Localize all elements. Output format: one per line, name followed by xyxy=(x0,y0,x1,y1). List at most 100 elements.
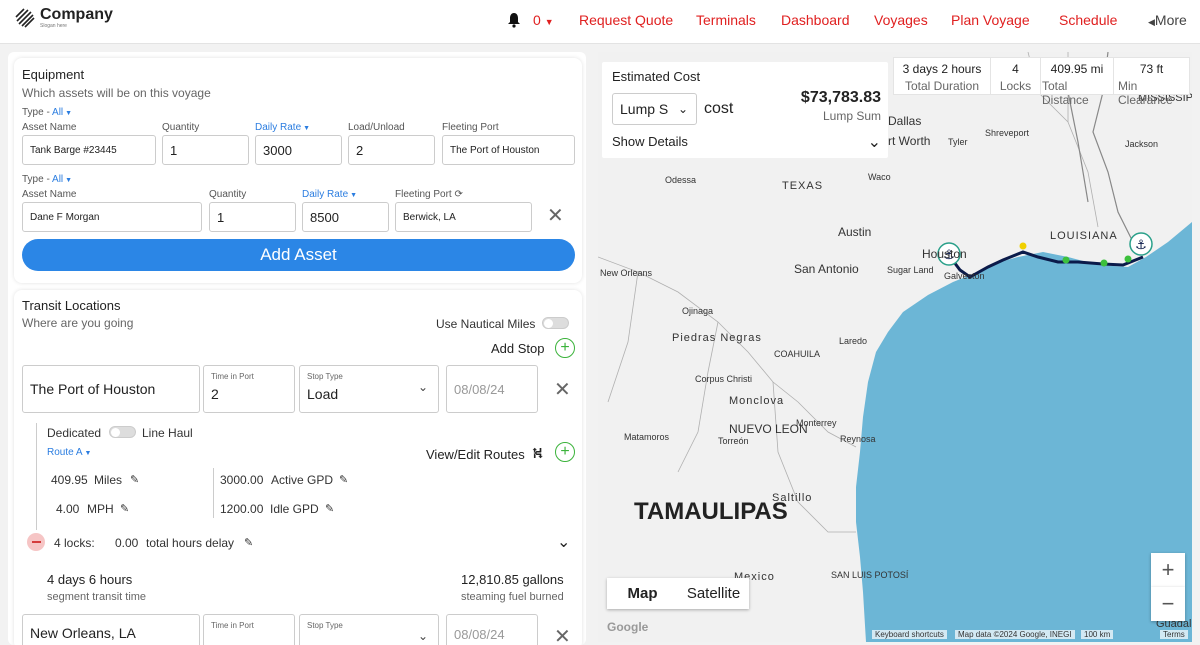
time-in-port-field[interactable]: Time in Port 2 xyxy=(203,365,295,413)
nav-schedule[interactable]: Schedule xyxy=(1059,12,1117,28)
map-label: Shreveport xyxy=(985,128,1030,138)
stop-location-input[interactable]: New Orleans, LA xyxy=(22,614,200,645)
add-route-plus-icon[interactable]: + xyxy=(555,442,575,462)
routes-icon[interactable]: ⛕ xyxy=(532,445,543,464)
asset-name-input[interactable]: Tank Barge #23445 xyxy=(22,135,156,165)
chevron-down-icon[interactable]: ⌄ xyxy=(557,532,570,552)
fleeting-port-input[interactable]: Berwick, LA xyxy=(395,202,532,232)
add-asset-button[interactable]: Add Asset xyxy=(22,239,575,271)
map-label: Sugar Land xyxy=(887,265,934,275)
chevron-left-icon: ◀ xyxy=(1148,17,1155,27)
refresh-icon[interactable]: ⟳ xyxy=(454,189,462,200)
stop-type-select[interactable]: Stop Type ⌄ xyxy=(299,614,439,645)
segment-transit-time: 4 days 6 hours xyxy=(47,572,133,587)
remove-asset-icon[interactable]: ✕ xyxy=(547,206,564,226)
map-label: Austin xyxy=(838,225,872,239)
quantity-input[interactable]: 1 xyxy=(162,135,249,165)
edit-miles-pencil-icon[interactable]: ✎ xyxy=(130,473,139,486)
dedicated-linehaul-toggle[interactable] xyxy=(109,426,136,438)
google-logo: Google xyxy=(607,620,649,634)
chevron-down-icon: ⌄ xyxy=(677,102,688,116)
satellite-view-button[interactable]: Satellite xyxy=(678,578,749,609)
cost-mode-select[interactable]: Lump S ⌄ xyxy=(612,93,697,125)
map-type-toggle: Map Satellite xyxy=(607,578,749,609)
company-logo[interactable]: Company Slogan here xyxy=(14,7,113,29)
map-label: Dallas xyxy=(888,114,922,128)
fleeting-port-input[interactable]: The Port of Houston xyxy=(442,135,575,165)
keyboard-shortcuts-link[interactable]: Keyboard shortcuts xyxy=(872,630,947,639)
remove-stop-icon[interactable]: ✕ xyxy=(554,380,571,400)
bell-icon[interactable] xyxy=(507,12,521,28)
company-name: Company xyxy=(40,6,113,23)
equipment-subtitle: Which assets will be on this voyage xyxy=(22,86,211,100)
nav-plan-voyage[interactable]: Plan Voyage xyxy=(951,12,1030,28)
map-label: Torreón xyxy=(718,436,749,446)
anchor-icon[interactable]: ⚓ xyxy=(1129,232,1153,256)
daily-rate-label[interactable]: Daily Rate ▼ xyxy=(255,122,310,133)
edit-active-gpd-pencil-icon[interactable]: ✎ xyxy=(339,473,348,486)
map-view-button[interactable]: Map xyxy=(607,578,678,609)
nav-dashboard[interactable]: Dashboard xyxy=(781,12,850,28)
edit-idle-gpd-pencil-icon[interactable]: ✎ xyxy=(325,502,334,515)
map-label: Piedras Negras xyxy=(672,332,762,344)
edit-mph-pencil-icon[interactable]: ✎ xyxy=(120,502,129,515)
equipment-card: Equipment Which assets will be on this v… xyxy=(14,58,582,283)
nav-voyages[interactable]: Voyages xyxy=(874,12,928,28)
nav-more[interactable]: ◀More xyxy=(1148,12,1187,28)
zoom-out-button[interactable]: − xyxy=(1151,587,1185,621)
add-stop-plus-icon[interactable]: + xyxy=(555,338,575,358)
show-details-link[interactable]: Show Details xyxy=(612,134,688,149)
estimated-cost-card: Estimated Cost Lump S ⌄ cost $73,783.83 L… xyxy=(602,62,888,158)
quantity-input[interactable]: 1 xyxy=(209,202,296,232)
stop-type-select[interactable]: Stop Type Load ⌄ xyxy=(299,365,439,413)
chevron-down-icon[interactable]: ⌄ xyxy=(868,132,881,152)
lock-marker[interactable] xyxy=(1062,256,1070,264)
asset-name-input[interactable]: Dane F Morgan xyxy=(22,202,202,232)
collapse-locks-minus-icon[interactable] xyxy=(27,533,45,551)
stop-date-input[interactable]: 08/08/24 xyxy=(446,614,538,645)
type-filter-1[interactable]: Type - All ▼ xyxy=(22,107,72,118)
load-unload-input[interactable]: 2 xyxy=(348,135,435,165)
asset-name-label: Asset Name xyxy=(22,122,77,133)
type-filter-2[interactable]: Type - All ▼ xyxy=(22,174,72,185)
view-edit-routes-label: View/Edit Routes xyxy=(426,447,525,462)
cost-amount-label: Lump Sum xyxy=(822,109,881,123)
daily-rate-input[interactable]: 8500 xyxy=(302,202,389,232)
miles-label: Miles xyxy=(94,473,123,487)
zoom-in-button[interactable]: + xyxy=(1151,553,1185,587)
voyage-planner-panel: Equipment Which assets will be on this v… xyxy=(8,52,586,645)
time-in-port-label: Time in Port xyxy=(211,372,254,381)
stat-total-distance: 409.95 mi Total Distance xyxy=(1041,58,1114,107)
route-select[interactable]: Route A ▼ xyxy=(47,447,91,458)
stop-date-input[interactable]: 08/08/24 xyxy=(446,365,538,413)
nav-terminals[interactable]: Terminals xyxy=(696,12,756,28)
map-label: Galveston xyxy=(944,271,985,281)
edit-delay-pencil-icon[interactable]: ✎ xyxy=(244,536,253,549)
terms-link[interactable]: Terms xyxy=(1160,630,1188,639)
remove-stop-icon[interactable]: ✕ xyxy=(554,627,571,645)
map-scale: 100 km xyxy=(1081,630,1114,639)
map-label: Waco xyxy=(868,172,891,182)
mph-value: 4.00 xyxy=(56,502,80,516)
lock-marker[interactable] xyxy=(1124,255,1132,263)
cost-word: cost xyxy=(704,100,734,117)
company-tagline: Slogan here xyxy=(40,23,67,29)
daily-rate-label[interactable]: Daily Rate ▼ xyxy=(302,189,357,200)
map-label: Monterrey xyxy=(796,418,837,428)
voyage-stats: 3 days 2 hours Total Duration 4 Locks 409.… xyxy=(893,57,1190,107)
fuel-burned: 12,810.85 gallons xyxy=(461,572,564,587)
time-in-port-label: Time in Port xyxy=(211,621,254,630)
stop-location-input[interactable]: The Port of Houston xyxy=(22,365,200,413)
asset-name-label: Asset Name xyxy=(22,189,77,200)
stop-type-label: Stop Type xyxy=(307,621,343,630)
stat-locks: 4 Locks xyxy=(991,58,1041,94)
map-label: TEXAS xyxy=(782,180,824,192)
lock-marker[interactable] xyxy=(1019,242,1027,250)
nautical-miles-toggle[interactable] xyxy=(542,317,569,329)
time-in-port-field[interactable]: Time in Port xyxy=(203,614,295,645)
notification-count[interactable]: 0 ▼ xyxy=(533,12,554,28)
nav-request-quote[interactable]: Request Quote xyxy=(579,12,673,28)
quantity-label: Quantity xyxy=(209,189,247,200)
lock-marker[interactable] xyxy=(1100,259,1108,267)
daily-rate-input[interactable]: 3000 xyxy=(255,135,342,165)
